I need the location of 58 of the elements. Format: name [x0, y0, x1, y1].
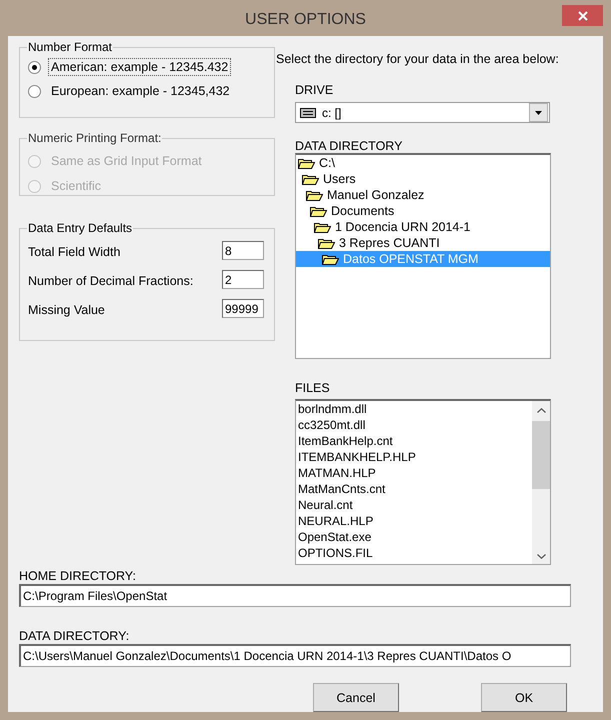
file-item[interactable]: Neural.cnt: [298, 497, 532, 513]
close-icon: [578, 10, 588, 20]
dropdown-button[interactable]: [529, 103, 548, 122]
radio-label[interactable]: American: example - 12345.432: [48, 58, 232, 76]
file-item[interactable]: MatManCnts.cnt: [298, 481, 532, 497]
drive-dropdown[interactable]: c: []: [295, 102, 550, 123]
caret-icon: [535, 110, 542, 114]
scrollbar[interactable]: [532, 401, 550, 564]
folder-icon: [310, 205, 327, 217]
folder-item[interactable]: Users: [302, 171, 550, 187]
scrollbar-thumb[interactable]: [532, 421, 550, 489]
field-label: Number of Decimal Fractions:: [28, 274, 194, 289]
file-item[interactable]: OpenStat.exe: [298, 529, 532, 545]
folder-icon: [306, 189, 323, 201]
scroll-down-icon: [536, 554, 546, 559]
input-field[interactable]: C:\Program Files\OpenStat: [19, 584, 571, 607]
input-field[interactable]: 99999: [222, 299, 264, 318]
folder-icon: [314, 221, 331, 233]
drive-value: c: []: [322, 106, 342, 120]
file-item[interactable]: ItemBankHelp.cnt: [298, 433, 532, 449]
radio-button[interactable]: [28, 84, 41, 98]
group-title: Numeric Printing Format:: [27, 131, 162, 145]
folder-item[interactable]: 3 Repres CUANTI: [318, 235, 550, 251]
instruction-text: Select the directory for your data in the area below:: [276, 52, 560, 66]
radio-label[interactable]: European: example - 12345,432: [48, 82, 233, 100]
data-directory-label: DATA DIRECTORY:: [19, 629, 130, 643]
drive-icon: [300, 108, 316, 118]
folder-item[interactable]: Manuel Gonzalez: [306, 187, 550, 203]
file-item[interactable]: borlndmm.dll: [298, 401, 532, 417]
window-title: USER OPTIONS: [245, 10, 366, 29]
folder-icon: [298, 157, 315, 169]
input-field[interactable]: 2: [222, 270, 264, 289]
group-title: Data Entry Defaults: [27, 221, 134, 235]
group-title: Number Format: [27, 40, 114, 54]
radio-button[interactable]: [28, 60, 41, 74]
file-item[interactable]: MATMAN.HLP: [298, 465, 532, 481]
field-label: Total Field Width: [28, 245, 120, 260]
file-item[interactable]: NEURAL.HLP: [298, 513, 532, 529]
drive-label: DRIVE: [295, 83, 334, 97]
scroll-up-icon: [536, 408, 546, 413]
tree-label: DATA DIRECTORY: [295, 139, 404, 153]
folder-icon: [302, 173, 319, 185]
folder-item[interactable]: Documents: [310, 203, 550, 219]
folder-icon: [322, 253, 339, 265]
file-item[interactable]: cc3250mt.dll: [298, 417, 532, 433]
file-item[interactable]: ITEMBANKHELP.HLP: [298, 449, 532, 465]
field-label: Missing Value: [28, 303, 105, 318]
files-label: FILES: [295, 381, 331, 395]
input-field[interactable]: C:\Users\Manuel Gonzalez\Documents\1 Docencia URN 2014-1\3 Repres CUANTI\Datos O: [19, 644, 571, 667]
close-button[interactable]: [562, 5, 603, 26]
input-field[interactable]: 8: [222, 241, 264, 260]
home-directory-label: HOME DIRECTORY:: [19, 569, 137, 583]
ok-button[interactable]: OK: [481, 683, 567, 712]
cancel-button[interactable]: Cancel: [313, 683, 399, 712]
file-item[interactable]: OPTIONS.FIL: [298, 545, 532, 561]
folder-item[interactable]: C:\: [298, 155, 550, 171]
folder-item[interactable]: 1 Docencia URN 2014-1: [314, 219, 550, 235]
folder-icon: [318, 237, 335, 249]
